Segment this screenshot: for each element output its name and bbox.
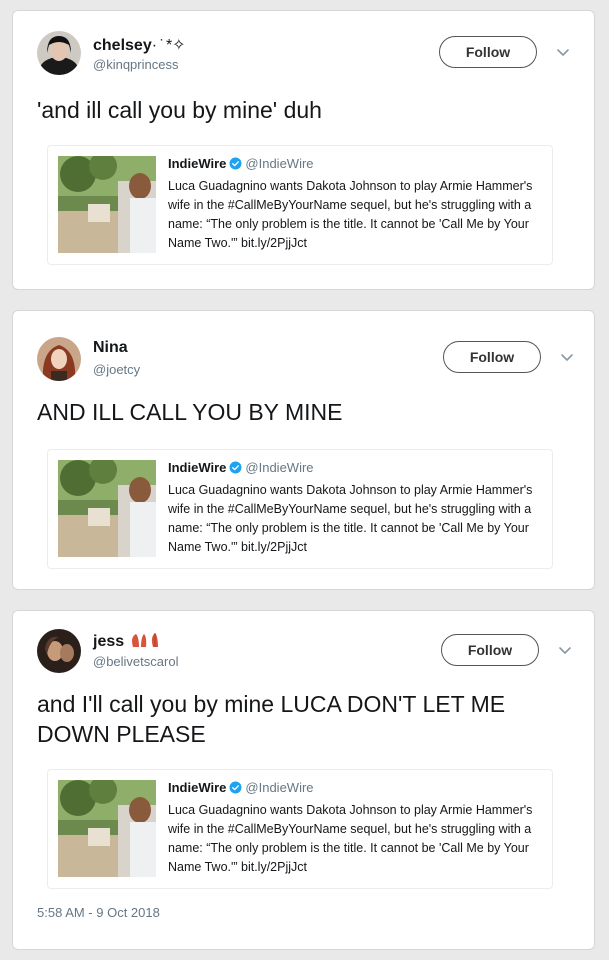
- quoted-tweet-text: Luca Guadagnino wants Dakota Johnson to …: [168, 179, 533, 250]
- quoted-tweet-header: IndieWire @IndieWire: [168, 156, 314, 171]
- quoted-tweet[interactable]: IndieWire @IndieWire Luca Guadagnino want…: [47, 449, 553, 569]
- tweet-text: AND ILL CALL YOU BY MINE: [37, 399, 343, 425]
- user-handle[interactable]: @kinqprincess: [93, 57, 178, 72]
- follow-button[interactable]: Follow: [441, 634, 539, 666]
- quoted-tweet-thumbnail: [58, 460, 156, 557]
- quoted-user-name[interactable]: IndieWire: [168, 780, 226, 795]
- quoted-tweet-header: IndieWire @IndieWire: [168, 780, 314, 795]
- avatar[interactable]: [37, 337, 81, 381]
- user-name[interactable]: chelsey· ̇ *✧: [93, 35, 186, 55]
- verified-badge-icon: [229, 781, 242, 794]
- quoted-tweet-text: Luca Guadagnino wants Dakota Johnson to …: [168, 803, 533, 874]
- avatar[interactable]: [37, 31, 81, 75]
- lungs-emoji-icon: [131, 633, 158, 647]
- avatar[interactable]: [37, 629, 81, 673]
- verified-badge-icon: [229, 157, 242, 170]
- tweet-card: Nina @joetcy Follow AND ILL CALL YOU BY …: [12, 310, 595, 590]
- tweet-card: jess @belivetscarol Follow and I'll call…: [12, 610, 595, 950]
- chevron-down-icon[interactable]: [560, 353, 574, 363]
- quoted-tweet[interactable]: IndieWire @IndieWire Luca Guadagnino want…: [47, 769, 553, 889]
- chevron-down-icon[interactable]: [558, 646, 572, 656]
- quoted-tweet-thumbnail: [58, 156, 156, 253]
- quoted-tweet[interactable]: IndieWire @IndieWire Luca Guadagnino want…: [47, 145, 553, 265]
- quoted-user-handle[interactable]: @IndieWire: [245, 460, 313, 475]
- verified-badge-icon: [229, 461, 242, 474]
- tweet-text: and I'll call you by mine LUCA DON'T LET…: [37, 691, 506, 747]
- tweet-text: 'and ill call you by mine' duh: [37, 97, 322, 123]
- user-name[interactable]: jess: [93, 631, 163, 651]
- name-decoration: · ̇ *✧: [151, 37, 186, 54]
- quoted-tweet-header: IndieWire @IndieWire: [168, 460, 314, 475]
- user-handle[interactable]: @joetcy: [93, 362, 140, 377]
- user-name[interactable]: Nina: [93, 339, 128, 357]
- tweet-card: chelsey· ̇ *✧ @kinqprincess Follow 'and …: [12, 10, 595, 290]
- quoted-user-name[interactable]: IndieWire: [168, 460, 226, 475]
- quoted-user-handle[interactable]: @IndieWire: [245, 780, 313, 795]
- quoted-tweet-text: Luca Guadagnino wants Dakota Johnson to …: [168, 483, 533, 554]
- quoted-user-handle[interactable]: @IndieWire: [245, 156, 313, 171]
- follow-button[interactable]: Follow: [443, 341, 541, 373]
- quoted-tweet-thumbnail: [58, 780, 156, 877]
- chevron-down-icon[interactable]: [556, 48, 570, 58]
- tweet-timestamp[interactable]: 5:58 AM - 9 Oct 2018: [37, 905, 160, 920]
- quoted-user-name[interactable]: IndieWire: [168, 156, 226, 171]
- user-handle[interactable]: @belivetscarol: [93, 654, 178, 669]
- follow-button[interactable]: Follow: [439, 36, 537, 68]
